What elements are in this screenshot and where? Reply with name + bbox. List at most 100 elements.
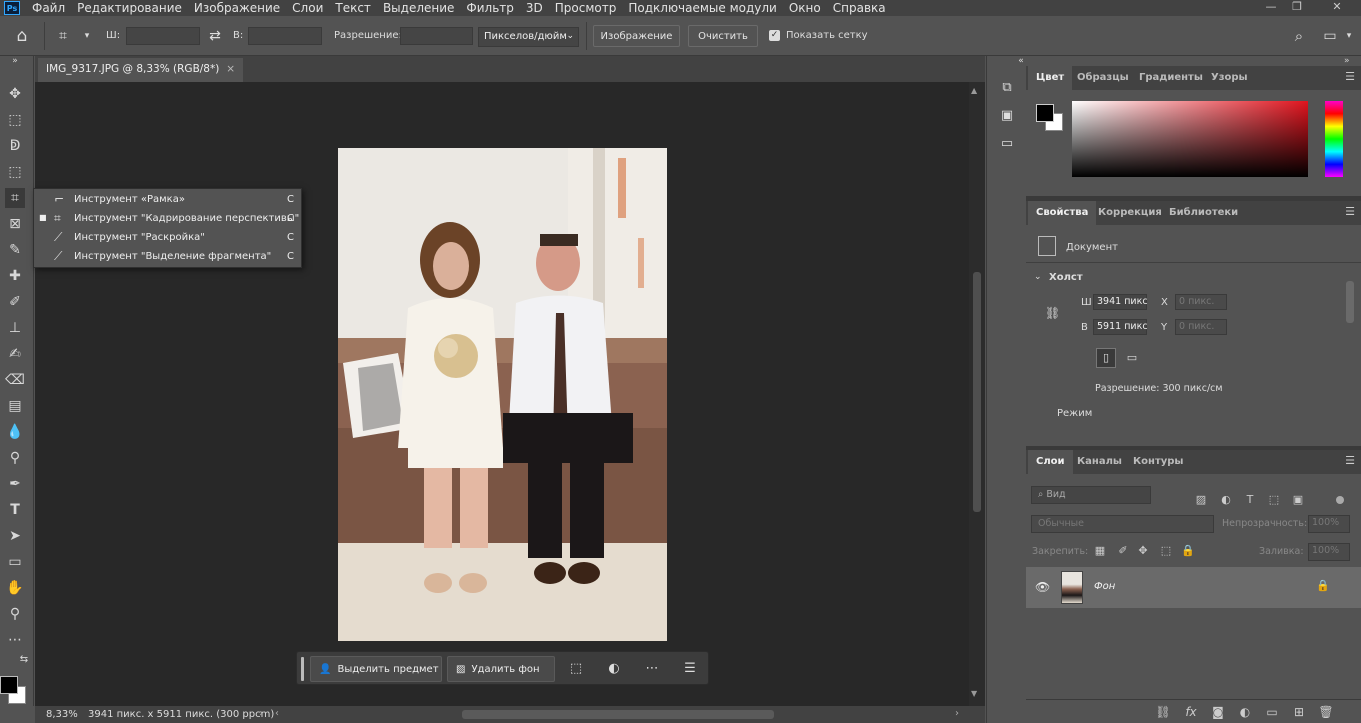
show-grid-checkbox[interactable]: ✓ <box>769 30 780 41</box>
menu-image[interactable]: Изображение <box>188 1 286 15</box>
units-select[interactable]: Пикселов/дюйм ⌄ <box>478 27 579 47</box>
dodge-tool-icon[interactable]: ⚲ <box>5 448 25 468</box>
foreground-color-swatch[interactable] <box>1036 104 1054 122</box>
type-tool-icon[interactable]: T <box>5 500 25 520</box>
fill-input[interactable]: 100% <box>1308 543 1350 561</box>
clear-button[interactable]: Очистить <box>688 25 758 47</box>
zoom-tool-icon[interactable]: ⚲ <box>5 604 25 624</box>
swap-icon[interactable]: ⇄ <box>206 27 224 45</box>
flyout-item-perspective-crop[interactable]: ■ ⌗ Инструмент "Кадрирование перспективы… <box>34 209 302 228</box>
menu-plugins[interactable]: Подключаемые модули <box>622 1 783 15</box>
canvas-y-input[interactable]: 0 пикс. <box>1175 319 1227 335</box>
perspective-crop-tool-icon[interactable]: ⌗ <box>54 27 72 45</box>
chevron-down-icon[interactable]: ▾ <box>1340 27 1358 45</box>
home-icon[interactable]: ⌂ <box>13 27 31 45</box>
canvas-width-input[interactable]: 3941 пикс <box>1093 294 1148 310</box>
styles-icon[interactable]: ▣ <box>997 106 1017 126</box>
layer-row[interactable]: 👁 Фон 🔒 <box>1026 567 1361 608</box>
lock-transparency-icon[interactable]: ▦ <box>1093 544 1107 558</box>
scroll-thumb[interactable] <box>973 272 981 512</box>
flyout-item-slice[interactable]: ⟋ Инструмент "Раскройка" C <box>34 228 302 247</box>
workspace-icon[interactable]: ▭ <box>1321 27 1339 45</box>
menu-filter[interactable]: Фильтр <box>460 1 519 15</box>
filter-toggle[interactable] <box>1336 496 1344 504</box>
tab-channels[interactable]: Каналы <box>1069 450 1130 474</box>
layer-filter-search[interactable]: ⌕ Вид <box>1031 486 1151 504</box>
eraser-tool-icon[interactable]: ⌫ <box>5 370 25 390</box>
tab-color[interactable]: Цвет <box>1028 66 1073 90</box>
canvas-area[interactable] <box>35 82 969 706</box>
tab-libraries[interactable]: Библиотеки <box>1161 201 1246 225</box>
flyout-item-slice-select[interactable]: ⟋ Инструмент "Выделение фрагмента" C <box>34 247 302 266</box>
tab-properties[interactable]: Свойства <box>1028 201 1097 225</box>
stamp-tool-icon[interactable]: ⊥ <box>5 318 25 338</box>
canvas-height-input[interactable]: 5911 пикс <box>1093 319 1148 335</box>
tab-gradients[interactable]: Градиенты <box>1131 66 1211 90</box>
transform-icon[interactable]: ⬚ <box>567 660 585 678</box>
scroll-up-icon[interactable]: ▲ <box>971 86 977 95</box>
flyout-item-crop[interactable]: ⌐ Инструмент «Рамка» C <box>34 190 302 209</box>
lasso-tool-icon[interactable]: ↁ <box>5 136 25 156</box>
chevron-down-icon[interactable]: ⌄ <box>1034 272 1042 282</box>
adjustment-icon[interactable]: ◐ <box>605 660 623 678</box>
menu-select[interactable]: Выделение <box>377 1 460 15</box>
horizontal-scroll-thumb[interactable] <box>462 710 774 719</box>
rectangle-tool-icon[interactable]: ▭ <box>5 552 25 572</box>
menu-type[interactable]: Текст <box>329 1 377 15</box>
frame-tool-icon[interactable]: ⊠ <box>5 214 25 234</box>
lock-all-icon[interactable]: 🔒 <box>1181 544 1195 558</box>
more-tools-icon[interactable]: ⋯ <box>5 630 25 650</box>
link-layers-icon[interactable]: ⛓ <box>1155 704 1171 720</box>
image-button[interactable]: Изображение <box>593 25 680 47</box>
adjustment-layer-icon[interactable]: ◐ <box>1237 704 1253 720</box>
panel-menu-icon[interactable]: ☰ <box>1345 205 1355 218</box>
history-icon[interactable]: ⧉ <box>997 78 1017 98</box>
swap-colors-icon[interactable]: ⇆ <box>18 654 30 666</box>
height-input[interactable] <box>248 27 322 45</box>
filter-type-icon[interactable]: T <box>1243 493 1257 507</box>
scroll-down-icon[interactable]: ▼ <box>971 689 977 698</box>
delete-layer-icon[interactable]: 🗑 <box>1318 704 1334 720</box>
document-image[interactable] <box>338 148 667 641</box>
tab-patterns[interactable]: Узоры <box>1203 66 1256 90</box>
menu-file[interactable]: Файл <box>26 1 71 15</box>
minimize-button[interactable]: — <box>1259 0 1283 16</box>
gradient-tool-icon[interactable]: ▤ <box>5 396 25 416</box>
vertical-scrollbar[interactable]: ▲ ▼ <box>969 82 985 706</box>
chevron-down-icon[interactable]: ▾ <box>78 27 96 45</box>
menu-help[interactable]: Справка <box>827 1 892 15</box>
close-button[interactable]: ✕ <box>1325 0 1349 16</box>
marquee-tool-icon[interactable]: ⬚ <box>5 110 25 130</box>
resolution-input[interactable] <box>400 27 473 45</box>
brush-tool-icon[interactable]: ✐ <box>5 292 25 312</box>
blur-tool-icon[interactable]: 💧 <box>5 422 25 442</box>
lock-artboard-icon[interactable]: ⬚ <box>1159 544 1173 558</box>
drag-handle[interactable] <box>301 657 304 681</box>
more-options-icon[interactable]: ⋯ <box>643 660 661 678</box>
document-tab[interactable]: IMG_9317.JPG @ 8,33% (RGB/8*) × <box>38 58 243 82</box>
add-mask-icon[interactable]: ◙ <box>1210 704 1226 720</box>
menu-layers[interactable]: Слои <box>286 1 329 15</box>
collapse-icon[interactable]: » <box>1344 56 1350 66</box>
remove-background-button[interactable]: ▨ Удалить фон <box>447 656 555 682</box>
layer-name[interactable]: Фон <box>1094 581 1115 592</box>
healing-brush-tool-icon[interactable]: ✚ <box>5 266 25 286</box>
menu-window[interactable]: Окно <box>783 1 827 15</box>
menu-3d[interactable]: 3D <box>520 1 549 15</box>
hand-tool-icon[interactable]: ✋ <box>5 578 25 598</box>
canvas-x-input[interactable]: 0 пикс. <box>1175 294 1227 310</box>
filter-image-icon[interactable]: ▨ <box>1194 493 1208 507</box>
panel-menu-icon[interactable]: ☰ <box>1345 70 1355 83</box>
chevron-right-icon[interactable]: › <box>259 708 263 719</box>
close-tab-icon[interactable]: × <box>226 63 235 75</box>
path-select-tool-icon[interactable]: ➤ <box>5 526 25 546</box>
canvas-section-header[interactable]: Холст <box>1049 272 1083 283</box>
fx-icon[interactable]: fx <box>1183 704 1199 720</box>
link-icon[interactable]: ⛓ <box>1045 306 1060 320</box>
zoom-level[interactable]: 8,33% <box>46 709 78 720</box>
history-brush-tool-icon[interactable]: ✍ <box>5 344 25 364</box>
comments-icon[interactable]: ▭ <box>997 134 1017 154</box>
scroll-right-icon[interactable]: › <box>955 708 959 719</box>
hue-slider[interactable] <box>1325 101 1343 177</box>
object-select-tool-icon[interactable]: ⬚ <box>5 162 25 182</box>
